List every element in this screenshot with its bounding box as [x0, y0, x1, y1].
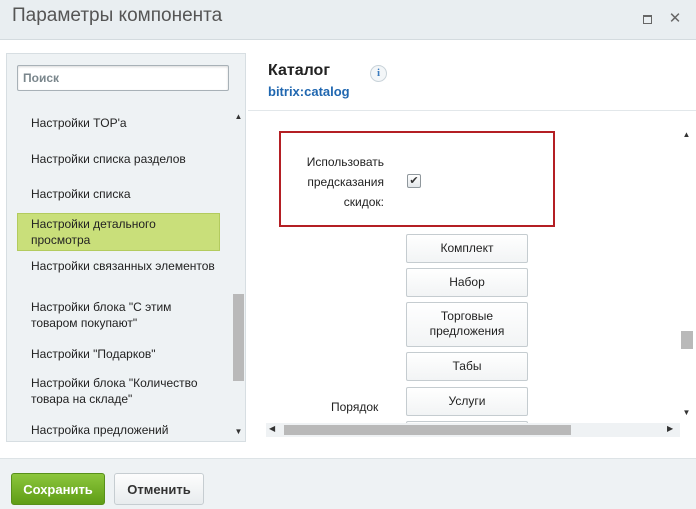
order-item-offers[interactable]: Торговые предложения	[406, 302, 528, 347]
scroll-up-icon[interactable]: ▲	[680, 130, 693, 140]
sidebar-item-stock-amount[interactable]: Настройки блока "Количество товара на ск…	[17, 375, 220, 407]
dialog-titlebar: Параметры компонента ✕	[0, 0, 696, 40]
highlighted-property: Использовать предсказания скидок: ✔	[279, 131, 555, 227]
sections-panel: Настройки TOP'а Настройки списка раздело…	[6, 53, 246, 442]
order-item-tabs[interactable]: Табы	[406, 352, 528, 381]
info-icon[interactable]: i	[370, 65, 387, 82]
sidebar-item-offers[interactable]: Настройка предложений	[17, 422, 220, 438]
sidebar-item-gifts[interactable]: Настройки "Подарков"	[17, 346, 220, 362]
scroll-down-icon[interactable]: ▼	[232, 427, 245, 437]
close-icon[interactable]: ✕	[668, 11, 682, 26]
order-item-set[interactable]: Комплект	[406, 234, 528, 263]
order-item-services[interactable]: Услуги	[406, 387, 528, 416]
cancel-button[interactable]: Отменить	[114, 473, 204, 505]
order-item-kit[interactable]: Набор	[406, 268, 528, 297]
component-id: bitrix:catalog	[268, 84, 350, 99]
content-scrollbar[interactable]: ▲ ▼	[680, 127, 694, 420]
scroll-down-icon[interactable]: ▼	[680, 408, 693, 418]
sections-list: Настройки TOP'а Настройки списка раздело…	[17, 109, 229, 439]
sidebar-item-detail-view[interactable]: Настройки детального просмотра	[17, 213, 220, 251]
sidebar-item-top[interactable]: Настройки TOP'а	[17, 115, 220, 131]
scroll-right-icon[interactable]: ▶	[667, 424, 673, 433]
order-label: Порядок	[331, 400, 379, 414]
header-divider	[248, 110, 696, 111]
content-hscroll-thumb[interactable]	[284, 425, 571, 435]
sidebar-item-also-bought[interactable]: Настройки блока "С этим товаром покупают…	[17, 299, 220, 331]
dialog-footer: Сохранить Отменить	[0, 458, 696, 509]
content-hscrollbar[interactable]: ◀ ▶	[266, 423, 680, 437]
save-button[interactable]: Сохранить	[11, 473, 105, 505]
sidebar-item-linked-elements[interactable]: Настройки связанных элементов	[17, 258, 220, 274]
search-input[interactable]	[17, 65, 229, 91]
sidebar-item-list[interactable]: Настройки списка	[17, 186, 220, 202]
scroll-up-icon[interactable]: ▲	[232, 112, 245, 122]
maximize-icon[interactable]	[641, 12, 655, 26]
sidebar-item-sections-list[interactable]: Настройки списка разделов	[17, 151, 220, 167]
property-label: Использовать предсказания скидок:	[306, 155, 384, 209]
dialog-title: Параметры компонента	[12, 5, 223, 26]
component-heading: Каталог	[268, 62, 330, 79]
sidebar-scroll-thumb[interactable]	[233, 294, 244, 381]
discount-prediction-checkbox[interactable]: ✔	[407, 174, 421, 188]
sidebar-scrollbar[interactable]: ▲ ▼	[232, 109, 245, 439]
content-scroll-thumb[interactable]	[681, 331, 693, 349]
scroll-left-icon[interactable]: ◀	[269, 424, 275, 433]
